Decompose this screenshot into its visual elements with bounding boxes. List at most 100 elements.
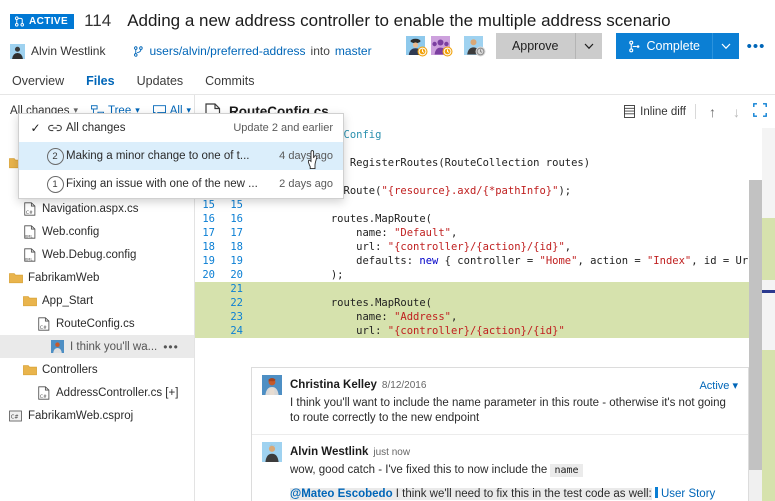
update-number: 2: [46, 147, 64, 165]
tree-item-more-button[interactable]: •••: [163, 340, 179, 354]
svg-text:C#: C#: [39, 325, 46, 331]
update-number: 1: [46, 175, 64, 193]
tree-item-label: FabrikamWeb.csproj: [28, 409, 134, 422]
tree-item-icon: C#: [36, 385, 51, 400]
tab-files[interactable]: Files: [86, 74, 115, 88]
code-line: 21: [195, 282, 775, 296]
inline-diff-label: Inline diff: [640, 105, 686, 118]
line-number-new: 18: [230, 241, 243, 253]
reviewer-avatar-1[interactable]: [405, 35, 428, 57]
branch-info: users/alvin/preferred-address into maste…: [133, 44, 372, 58]
avatar: [262, 442, 282, 462]
line-number-old: [195, 310, 221, 324]
tree-item-label: Web.config: [42, 225, 100, 238]
merge-icon: [628, 40, 639, 52]
line-number-old: 19: [202, 255, 215, 267]
tree-item-icon: XML: [22, 224, 37, 239]
tree-item-label: I think you'll wa...: [70, 340, 158, 353]
folder-icon: [8, 272, 23, 283]
menu-item-update-2[interactable]: 2 Making a minor change to one of t... 4…: [19, 142, 343, 170]
user-mention[interactable]: @Mateo Escobedo: [290, 488, 393, 500]
line-number-new: 22: [221, 296, 251, 310]
branch-icon: [134, 45, 144, 57]
tree-file[interactable]: C# RouteConfig.cs: [0, 312, 194, 335]
comment-header: Christina Kelley 8/12/2016 Active ▾: [262, 375, 738, 395]
comment-status-dropdown[interactable]: Active ▾: [699, 379, 738, 392]
tree-file[interactable]: C# Navigation.aspx.cs: [0, 197, 194, 220]
fullscreen-button[interactable]: [753, 103, 767, 120]
tree-item-icon: [50, 340, 65, 354]
more-actions-button[interactable]: •••: [745, 33, 767, 59]
chevron-down-icon: [584, 43, 593, 49]
code-text: );: [255, 269, 344, 281]
comment-body: wow, good catch - I've fixed this to now…: [290, 463, 738, 478]
pr-author: Alvin Westlink: [10, 43, 106, 59]
line-number-old: 20: [202, 269, 215, 281]
overview-comment-marker: [762, 290, 775, 293]
tree-file[interactable]: C# FabrikamWeb.csproj: [0, 404, 194, 427]
avatar: [262, 375, 282, 395]
line-number-old: [195, 324, 221, 338]
tab-overview[interactable]: Overview: [12, 74, 64, 88]
folder-icon: [22, 364, 37, 375]
comment-body: I think you'll want to include the name …: [290, 397, 726, 424]
pull-request-icon: [14, 15, 25, 27]
menu-item-meta: Update 2 and earlier: [233, 122, 333, 134]
pull-request-page: ACTIVE 114 Adding a new address controll…: [0, 0, 775, 501]
tree-file[interactable]: C# AddressController.cs [+]: [0, 381, 194, 404]
tab-commits[interactable]: Commits: [205, 74, 254, 88]
code-text: routes.MapRoute(: [255, 297, 433, 309]
diff-overview-strip[interactable]: [762, 128, 775, 501]
line-number-new: 23: [221, 310, 251, 324]
menu-item-update-1[interactable]: 1 Fixing an issue with one of the new ..…: [19, 170, 343, 198]
reviewer-avatar-2[interactable]: [430, 35, 453, 57]
approve-button-group: Approve: [495, 33, 602, 59]
tree-file[interactable]: XML Web.config: [0, 220, 194, 243]
cs-file-icon: C#: [37, 316, 49, 331]
folder-icon: [22, 295, 37, 306]
divider: [695, 104, 696, 119]
tree-folder[interactable]: App_Start: [0, 289, 194, 312]
comment-status-label: Active: [699, 379, 730, 392]
tree-item-label: RouteConfig.cs: [56, 317, 135, 330]
line-number-new: 16: [230, 213, 243, 225]
next-diff-button[interactable]: ↓: [729, 104, 744, 120]
tree-item-icon: [8, 271, 23, 285]
previous-diff-button[interactable]: ↑: [705, 104, 720, 120]
mouse-cursor-icon: [307, 150, 323, 173]
tree-file[interactable]: XML Web.Debug.config: [0, 243, 194, 266]
vertical-scrollbar-thumb[interactable]: [749, 180, 762, 470]
approve-dropdown-button[interactable]: [576, 33, 602, 59]
update-badge: 1: [44, 175, 66, 193]
line-number-new: 15: [230, 199, 243, 211]
approve-button[interactable]: Approve: [496, 33, 575, 59]
inline-diff-toggle[interactable]: Inline diff: [624, 105, 686, 118]
check-icon: ✓: [30, 121, 41, 135]
tree-item-icon: XML: [22, 247, 37, 262]
complete-dropdown-button[interactable]: [713, 33, 739, 59]
code-text: name: "Address",: [255, 311, 458, 323]
complete-button-label: Complete: [646, 39, 701, 53]
tree-folder[interactable]: Controllers: [0, 358, 194, 381]
tab-updates[interactable]: Updates: [137, 74, 184, 88]
changes-filter-menu: ✓ All changes Update 2 and earlier 2 Mak…: [18, 113, 344, 199]
tree-folder[interactable]: FabrikamWeb: [0, 266, 194, 289]
complete-button-group: Complete: [615, 33, 739, 59]
pr-author-name: Alvin Westlink: [31, 44, 106, 58]
xml-file-icon: XML: [23, 247, 35, 262]
complete-button[interactable]: Complete: [616, 33, 713, 59]
tree-item-label: Navigation.aspx.cs: [42, 202, 139, 215]
svg-text:XML: XML: [24, 234, 33, 238]
target-branch-link[interactable]: master: [335, 44, 372, 58]
menu-item-all-changes[interactable]: ✓ All changes Update 2 and earlier: [19, 114, 343, 142]
avatar-group: [430, 36, 453, 57]
menu-item-meta: 2 days ago: [279, 178, 333, 190]
reviewer-avatar-3[interactable]: [463, 35, 486, 57]
menu-item-label: All changes: [66, 122, 126, 134]
status-badge: ACTIVE: [10, 13, 75, 29]
line-number-new: 19: [230, 255, 243, 267]
inline-code: name: [550, 464, 583, 477]
tree-comment-item[interactable]: I think you'll wa... •••: [0, 335, 194, 358]
source-branch-link[interactable]: users/alvin/preferred-address: [149, 44, 305, 58]
line-number-old: [195, 296, 221, 310]
